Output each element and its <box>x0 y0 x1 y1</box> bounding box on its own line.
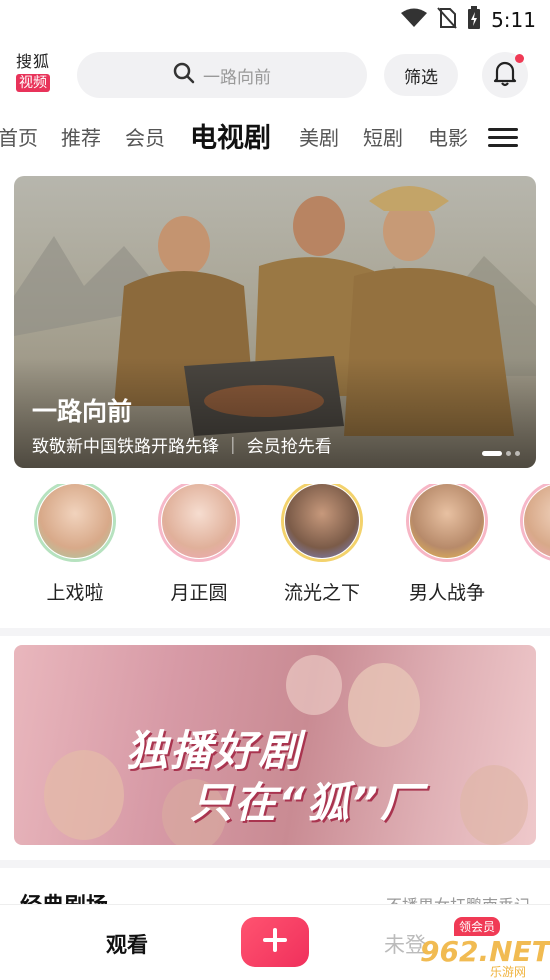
hero-banner[interactable]: 一路向前 致敬新中国铁路开路先锋 ｜ 会员抢先看 <box>14 176 536 468</box>
tab-recommend[interactable]: 推荐 <box>61 122 101 151</box>
watermark-sub: 乐游网 <box>490 965 527 979</box>
carousel-dot <box>515 451 520 456</box>
star-item[interactable]: 东 <box>506 484 550 605</box>
promo-headline-2: 只在“狐”厂 <box>190 778 425 827</box>
top-header: 搜狐 视频 一路向前 筛选 <box>0 50 550 102</box>
battery-charging-icon <box>467 6 481 34</box>
create-button[interactable] <box>241 917 309 967</box>
plus-icon <box>262 927 288 957</box>
section-divider <box>0 628 550 636</box>
notification-button[interactable] <box>482 52 528 98</box>
watermark: 962.NET <box>420 935 550 968</box>
status-time: 5:11 <box>491 8 536 32</box>
app-logo[interactable]: 搜狐 视频 <box>16 52 60 96</box>
logo-text-bottom: 视频 <box>16 74 50 92</box>
carousel-dot <box>482 451 502 456</box>
vip-badge[interactable]: 领会员 <box>454 917 501 936</box>
star-name: 东 <box>506 578 550 605</box>
star-avatar <box>520 484 550 562</box>
tab-tv-series[interactable]: 电视剧 <box>190 116 271 155</box>
bell-icon <box>492 59 518 91</box>
hero-title: 一路向前 <box>32 397 133 426</box>
tab-vip[interactable]: 会员 <box>125 122 165 151</box>
menu-icon[interactable] <box>488 124 518 150</box>
star-avatar <box>281 484 363 562</box>
nav-watch[interactable]: 观看 <box>106 929 148 959</box>
notification-badge <box>515 54 524 63</box>
star-avatar <box>406 484 488 562</box>
star-name: 上戏啦 <box>46 582 104 604</box>
section-divider <box>0 860 550 868</box>
logo-text-top: 搜狐 <box>16 52 51 71</box>
carousel-dot <box>506 451 511 456</box>
tab-movies[interactable]: 电影 <box>428 122 468 151</box>
star-name: 月正圆 <box>170 582 228 604</box>
carousel-indicator <box>482 451 520 456</box>
category-tabs: 首页 推荐 会员 电视剧 美剧 短剧 电影 <box>0 112 550 164</box>
tab-us-series[interactable]: 美剧 <box>299 122 339 151</box>
status-bar: 5:11 <box>0 0 550 38</box>
star-item[interactable]: 流光之下 <box>267 484 377 605</box>
star-item[interactable]: 男人战争 <box>392 484 502 605</box>
bottom-nav: 观看 未登 领会员 962.NET 乐游网 <box>0 904 550 979</box>
hero-subtitle: 致敬新中国铁路开路先锋 ｜ 会员抢先看 <box>32 437 332 457</box>
no-sim-icon <box>437 7 457 33</box>
star-item[interactable]: 月正圆 <box>144 484 254 605</box>
search-bar[interactable]: 一路向前 <box>77 52 367 98</box>
star-avatar <box>34 484 116 562</box>
promo-banner[interactable]: 独播好剧 只在“狐”厂 <box>14 645 536 845</box>
tab-short-series[interactable]: 短剧 <box>363 122 403 151</box>
star-item[interactable]: 上戏啦 <box>20 484 130 605</box>
search-placeholder: 一路向前 <box>203 67 271 88</box>
tab-home[interactable]: 首页 <box>0 122 38 151</box>
star-name: 男人战争 <box>408 582 485 604</box>
star-avatar <box>158 484 240 562</box>
search-icon <box>173 62 195 88</box>
filter-button[interactable]: 筛选 <box>384 54 458 96</box>
star-name: 流光之下 <box>283 582 360 604</box>
star-row: 上戏啦 月正圆 流光之下 男人战争 东 <box>0 484 550 610</box>
wifi-icon <box>401 8 428 32</box>
